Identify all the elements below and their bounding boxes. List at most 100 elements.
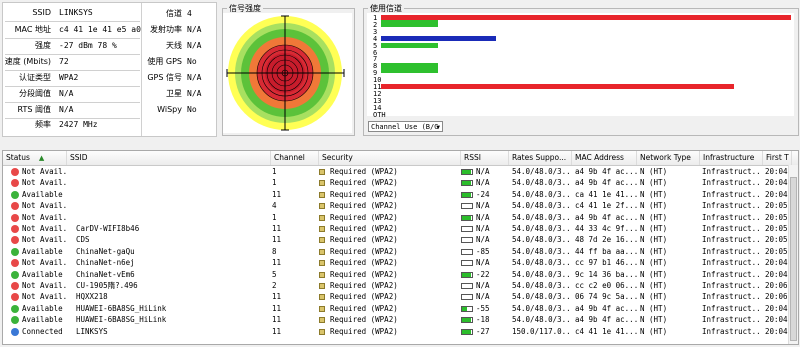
column-header-label: Infrastructure [703, 153, 755, 162]
column-header-rates[interactable]: Rates Suppo... [509, 151, 572, 165]
info-value: 2427 MHz [59, 120, 98, 129]
table-row[interactable]: Not Avail... HQXX218 11 Required (WPA2) N/A 5… [3, 292, 798, 303]
infrastructure-cell: Infrastruct... [702, 326, 762, 336]
status-cell: Available [22, 269, 63, 279]
table-row[interactable]: Available ChinaNet-vEm6 5 Required (WPA2) -2… [3, 270, 798, 281]
column-header-ssid[interactable]: SSID [67, 151, 271, 165]
status-cell: Not Avail... [22, 224, 66, 233]
rssi-fill [462, 272, 471, 277]
status-cell: Not Avail... [22, 178, 66, 188]
mac-cell: a4 9b 4f ac... [575, 315, 637, 325]
lock-icon [319, 180, 325, 187]
column-header-security[interactable]: Security [319, 151, 461, 165]
rssi-cell: -85 [476, 246, 490, 256]
ssid-cell [76, 167, 271, 178]
network-type-cell: N (HT) [640, 178, 668, 188]
rates-cell: 54.0/48.0/3... [512, 235, 572, 245]
rssi-fill [462, 192, 471, 197]
table-row[interactable]: Available ChinaNet-gaQu 8 Required (WPA2) -8… [3, 247, 798, 258]
network-type-cell: N (HT) [640, 258, 668, 268]
rssi-bar-icon [461, 191, 473, 198]
status-cell: Not Avail... [22, 212, 66, 222]
lock-icon [319, 191, 325, 198]
column-header-status[interactable]: Status ▲ [3, 151, 67, 165]
lock-icon [319, 260, 325, 267]
mac-cell: c4 41 1e 41... [575, 326, 637, 336]
status-cell: Not Avail... [22, 201, 66, 211]
table-row[interactable]: Not Avail... ChinaNet-n6ej 11 Required (WPA… [3, 258, 798, 269]
security-cell: Required (WPA2) [330, 303, 398, 313]
status-dot-icon [11, 327, 19, 336]
info-value: c4 41 1e 41 e5 a0 [59, 25, 141, 34]
rssi-cell: N/A [476, 201, 490, 211]
info-label: GPS 信号 [147, 73, 182, 82]
table-row[interactable]: Connected LINKSYS 11 Required (WPA2) -27 150.… [3, 327, 798, 338]
mac-cell: ca 41 1e 41... [575, 189, 637, 199]
row-divider [5, 86, 140, 87]
column-header-label: SSID [70, 153, 88, 162]
column-header-nettype[interactable]: Network Type [637, 151, 700, 165]
column-header-infra[interactable]: Infrastructure [700, 151, 763, 165]
infrastructure-cell: Infrastruct... [702, 269, 762, 279]
lock-icon [319, 226, 325, 232]
table-row[interactable]: Not Avail... CarDV-WIFI8b46 11 Required (WP… [3, 224, 798, 235]
info-value: N/A [187, 89, 202, 98]
mac-cell: a4 9b 4f ac... [575, 167, 637, 176]
table-row[interactable]: Not Avail... 4 Required (WPA2) N/A 54.0/48.0… [3, 201, 798, 212]
rates-cell: 150.0/117.0... [512, 326, 572, 336]
rssi-fill [462, 329, 471, 334]
column-header-rssi[interactable]: RSSI [461, 151, 509, 165]
info-label: WiSpy [157, 105, 182, 114]
table-row[interactable]: Not Avail... CDS 11 Required (WPA2) N/A 54.0/… [3, 235, 798, 246]
vertical-scrollbar[interactable] [788, 165, 798, 344]
network-type-cell: N (HT) [640, 201, 668, 211]
rssi-cell: N/A [476, 178, 490, 188]
row-divider [5, 102, 140, 103]
rssi-bar-icon [461, 283, 473, 289]
channel-use-select[interactable]: Channel Use (B/G ▼ [368, 121, 443, 132]
rates-cell: 54.0/48.0/3... [512, 189, 572, 199]
table-row[interactable]: Available 11 Required (WPA2) -24 54.0/48.0/3… [3, 190, 798, 201]
infrastructure-cell: Infrastruct... [702, 258, 762, 268]
column-header-label: Rates Suppo... [512, 153, 567, 162]
table-row[interactable]: Not Avail... CU-1905隋?.496 2 Required (WPA2… [3, 281, 798, 292]
column-header-channel[interactable]: Channel [271, 151, 319, 165]
table-row[interactable]: Not Avail... 1 Required (WPA2) N/A 54.0/48.0… [3, 178, 798, 189]
rssi-fill [462, 181, 471, 186]
info-value: 4 [187, 9, 192, 18]
info-value: 72 [59, 57, 69, 66]
rssi-cell: N/A [476, 224, 490, 233]
column-header-mac[interactable]: MAC Address [572, 151, 637, 165]
table-row[interactable]: Available HUAWEI-6BA8SG_HiLink 11 Required … [3, 315, 798, 326]
row-divider [5, 21, 140, 22]
info-label: 卫星 [166, 89, 182, 98]
channel-cell: 2 [272, 281, 277, 290]
column-header-label: Security [322, 153, 353, 162]
status-dot-icon [11, 213, 19, 222]
info-value: WPA2 [59, 73, 79, 82]
rssi-cell: N/A [476, 281, 490, 290]
channel-cell: 11 [272, 292, 282, 302]
sort-ascending-icon[interactable]: ▲ [39, 154, 44, 162]
info-label: 速度 (Mbits) [4, 57, 51, 66]
scrollbar-thumb[interactable] [790, 177, 797, 341]
info-label: 强度 [35, 41, 51, 50]
lock-icon [319, 317, 325, 324]
lock-icon [319, 248, 325, 255]
channel-cell: 4 [272, 201, 277, 211]
column-header-label: First T [766, 153, 789, 162]
table-row[interactable]: Not Avail... 1 Required (WPA2) N/A 54.0/48.0… [3, 213, 798, 224]
table-row[interactable]: Not Avail... 1 Required (WPA2) N/A 54.0/48.0… [3, 167, 798, 178]
infrastructure-cell: Infrastruct... [702, 281, 762, 290]
network-type-cell: N (HT) [640, 189, 668, 199]
column-header-first[interactable]: First T [763, 151, 792, 165]
rates-cell: 54.0/48.0/3... [512, 224, 572, 233]
table-row[interactable]: Available HUAWEI-6BA8SG_HiLink 11 Required … [3, 304, 798, 315]
info-value: N/A [59, 89, 74, 98]
status-cell: Not Avail... [22, 258, 66, 268]
security-cell: Required (WPA2) [330, 246, 398, 256]
table-header: Status ▲ SSID Channel Security RSSI Rates Supp… [3, 151, 798, 166]
status-dot-icon [11, 168, 19, 176]
info-label: 频率 [35, 120, 51, 129]
channel-cell: 11 [272, 224, 282, 233]
